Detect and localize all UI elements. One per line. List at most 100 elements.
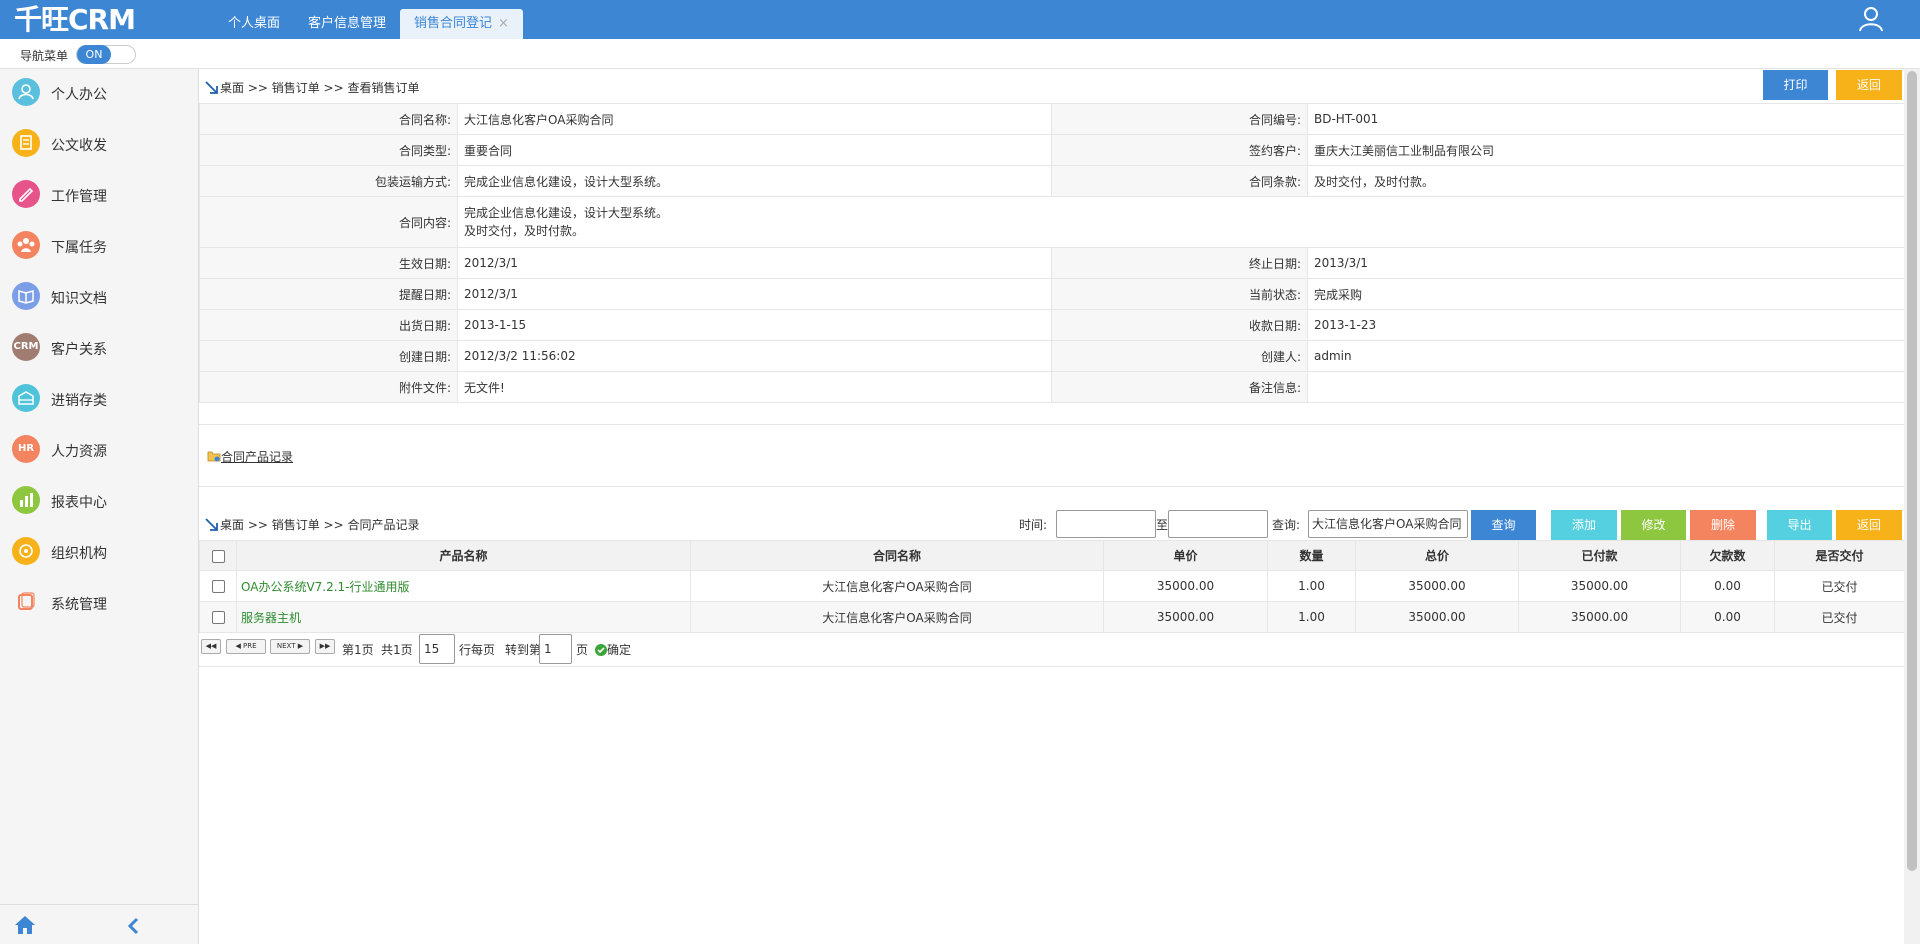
prev-page-button[interactable]: ◀ PRE — [226, 639, 266, 654]
table-cell: 35000.00 — [1355, 570, 1519, 602]
confirm-button[interactable]: 确定 — [595, 641, 631, 658]
sidebar-item-customer-relations[interactable]: CRM 客户关系 — [0, 327, 199, 367]
attachment-value: 无文件! — [457, 371, 1052, 403]
tab-personal-desktop[interactable]: 个人桌面 — [214, 9, 294, 39]
nav-toggle[interactable]: ON — [76, 45, 136, 64]
crm-icon: CRM — [12, 333, 40, 361]
section-link-label: 合同产品记录 — [221, 450, 294, 464]
sidebar-item-subordinate-tasks[interactable]: 下属任务 — [0, 225, 199, 265]
query-input[interactable]: 大江信息化客户OA采购合同 — [1308, 510, 1468, 538]
sidebar-item-report-center[interactable]: 报表中心 — [0, 480, 199, 520]
edit-button[interactable]: 修改 — [1621, 510, 1686, 540]
start-date-input[interactable] — [1056, 510, 1156, 538]
table-row[interactable]: OA办公系统V7.2.1-行业通用版 大江信息化客户OA采购合同 35000.0… — [199, 570, 1905, 602]
field-label: 当前状态: — [1051, 278, 1308, 310]
sidebar-item-label: 工作管理 — [51, 189, 107, 205]
total-pages-text: 共1页 — [381, 643, 413, 657]
table-cell: 35000.00 — [1355, 601, 1519, 633]
field-label: 包装运输方式: — [199, 165, 458, 197]
back-button[interactable]: 返回 — [1836, 70, 1902, 100]
to-label: 至 — [1156, 518, 1169, 532]
column-header: 产品名称 — [236, 540, 691, 571]
per-page-input[interactable]: 15 — [419, 634, 455, 664]
table-header: 产品名称 合同名称 单价 数量 总价 已付款 欠款数 是否交付 — [199, 540, 1905, 571]
user-icon[interactable] — [1858, 6, 1884, 32]
remark-value — [1307, 371, 1905, 403]
query-button[interactable]: 查询 — [1471, 510, 1536, 540]
arrow-icon — [205, 81, 218, 94]
product-table: 产品名称 合同名称 单价 数量 总价 已付款 欠款数 是否交付 OA办公系统V7… — [199, 540, 1905, 633]
field-label: 提醒日期: — [199, 278, 458, 310]
check-icon — [595, 644, 607, 656]
breadcrumb: 桌面 >> 销售订单 >> 查看销售订单 — [205, 79, 419, 96]
end-date-value: 2013/3/1 — [1307, 247, 1905, 279]
sidebar-item-label: 组织机构 — [51, 546, 107, 562]
sidebar-item-inventory[interactable]: 进销存类 — [0, 378, 199, 418]
sidebar-item-documents[interactable]: 公文收发 — [0, 123, 199, 163]
edit-icon — [12, 180, 40, 208]
sidebar-item-system-management[interactable]: 系统管理 — [0, 582, 199, 622]
column-header: 数量 — [1267, 540, 1356, 571]
home-icon[interactable] — [14, 915, 36, 935]
field-label: 终止日期: — [1051, 247, 1308, 279]
row-checkbox[interactable] — [211, 580, 225, 593]
field-label: 收款日期: — [1051, 309, 1308, 341]
person-icon — [12, 78, 40, 106]
sidebar-item-label: 人力资源 — [51, 444, 107, 460]
tab-sales-contract[interactable]: 销售合同登记 × — [400, 9, 523, 39]
sidebar-item-label: 客户关系 — [51, 342, 107, 358]
time-label: 时间: — [1019, 518, 1048, 532]
column-header: 单价 — [1103, 540, 1268, 571]
sidebar-item-work-management[interactable]: 工作管理 — [0, 174, 199, 214]
contract-content-value: 完成企业信息化建设，设计大型系统。 及时交付，及时付款。 — [457, 196, 1905, 248]
contract-type-value: 重要合同 — [457, 134, 1052, 166]
current-page-text: 第1页 — [342, 643, 374, 657]
delete-button[interactable]: 删除 — [1690, 510, 1756, 540]
back-button-2[interactable]: 返回 — [1836, 510, 1902, 540]
creator-value: admin — [1307, 340, 1905, 372]
table-cell: 1.00 — [1267, 570, 1356, 602]
table-cell: 1.00 — [1267, 601, 1356, 633]
team-icon — [12, 231, 40, 259]
close-icon[interactable]: × — [498, 16, 509, 31]
query-label: 查询: — [1272, 518, 1301, 532]
sidebar-item-label: 系统管理 — [51, 597, 107, 613]
last-page-button[interactable]: ▶▶ — [315, 639, 335, 654]
table-row[interactable]: 服务器主机 大江信息化客户OA采购合同 35000.00 1.00 35000.… — [199, 601, 1905, 633]
select-all-checkbox[interactable] — [211, 549, 225, 563]
sidebar-item-human-resources[interactable]: HR 人力资源 — [0, 429, 199, 469]
row-checkbox[interactable] — [211, 611, 225, 624]
field-label: 创建人: — [1051, 340, 1308, 372]
contract-products-link[interactable]: 合同产品记录 — [207, 448, 293, 465]
field-label: 附件文件: — [199, 371, 458, 403]
product-name-link[interactable]: OA办公系统V7.2.1-行业通用版 — [236, 570, 691, 602]
sidebar-item-organization[interactable]: 组织机构 — [0, 531, 199, 571]
scrollbar[interactable] — [1904, 69, 1920, 944]
contract-terms-value: 及时交付，及时付款。 — [1307, 165, 1905, 197]
goto-page-input[interactable]: 1 — [539, 634, 572, 664]
sidebar-item-knowledge-docs[interactable]: 知识文档 — [0, 276, 199, 316]
sidebar: 个人办公 公文收发 工作管理 下属任务 知识文档 CRM 客户关系 进销存类 H… — [0, 69, 199, 944]
content-line: 及时交付，及时付款。 — [464, 224, 585, 238]
collapse-icon[interactable] — [127, 917, 139, 935]
print-button[interactable]: 打印 — [1763, 70, 1828, 100]
row-select-cell — [199, 601, 237, 633]
export-button[interactable]: 导出 — [1767, 510, 1832, 540]
next-page-button[interactable]: NEXT ▶ — [270, 639, 310, 654]
tab-customer-info[interactable]: 客户信息管理 — [294, 9, 400, 39]
document-icon — [12, 129, 40, 157]
sidebar-item-label: 知识文档 — [51, 291, 107, 307]
column-header: 欠款数 — [1680, 540, 1775, 571]
scrollbar-thumb[interactable] — [1907, 71, 1917, 871]
product-name-link[interactable]: 服务器主机 — [236, 601, 691, 633]
page-unit-label: 页 — [576, 643, 589, 657]
table-cell: 大江信息化客户OA采购合同 — [690, 570, 1104, 602]
add-button[interactable]: 添加 — [1551, 510, 1617, 540]
end-date-input[interactable] — [1168, 510, 1268, 538]
field-label: 出货日期: — [199, 309, 458, 341]
tab-bar: 个人桌面 客户信息管理 销售合同登记 × — [214, 9, 523, 39]
shipping-method-value: 完成企业信息化建设，设计大型系统。 — [457, 165, 1052, 197]
sidebar-item-personal-office[interactable]: 个人办公 — [0, 72, 199, 112]
goto-label: 转到第 — [505, 643, 542, 657]
first-page-button[interactable]: ◀◀ — [201, 639, 221, 654]
